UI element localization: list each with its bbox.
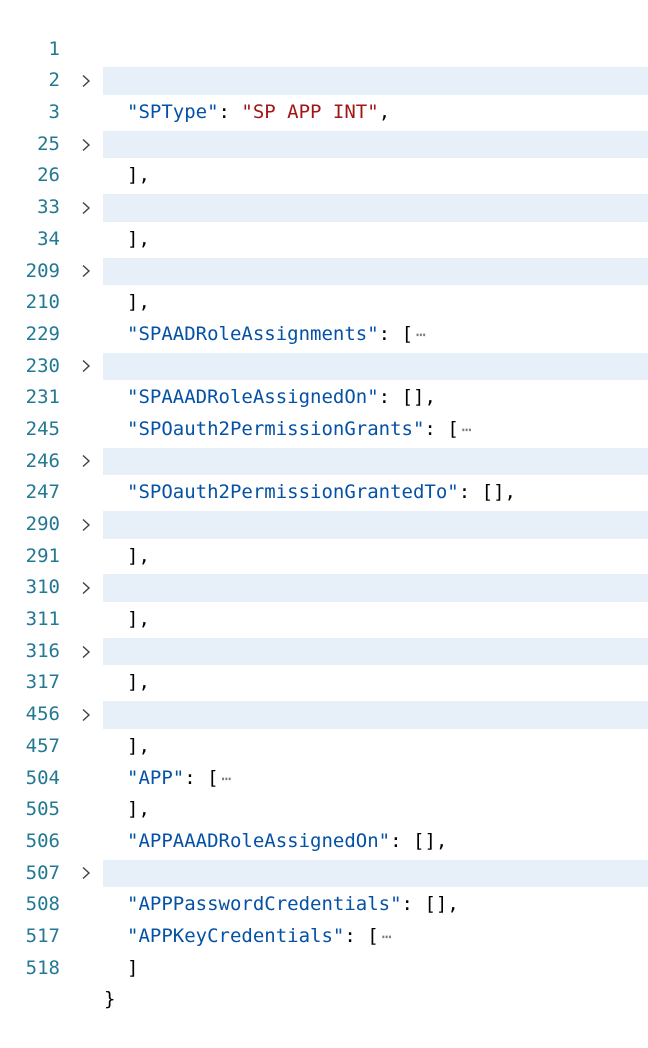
folded-code-line[interactable]: 34 "SPOwnedObjects": [⋯: [0, 192, 648, 282]
chevron-right-icon[interactable]: [77, 572, 95, 604]
folded-code-line[interactable]: 508 "APPKeyCredentials": [⋯: [0, 858, 648, 947]
code-line[interactable]: 229 ],: [0, 287, 648, 377]
folded-region-highlight: [103, 352, 648, 381]
code-line[interactable]: 506 "APPAppOwners": [],: [0, 794, 648, 884]
folded-code-line[interactable]: 311 "SPGroupMemberships": [⋯: [0, 572, 648, 662]
folded-region-highlight: [103, 511, 648, 539]
folded-code-line[interactable]: 26 "SPOwners": [⋯: [0, 129, 648, 218]
code-line[interactable]: 505 "APPAAADRoleAssignedOn": [],: [0, 763, 648, 852]
chevron-right-icon[interactable]: [77, 129, 95, 161]
code-line[interactable]: 246 "SPOauth2PermissionGrantedTo": [],: [0, 414, 648, 504]
brace: }: [104, 988, 116, 1011]
json-editor[interactable]: 1 { 2 "SPType": "SP APP INT", 3 "SP": [⋯…: [0, 2, 648, 1011]
chevron-right-icon[interactable]: [77, 256, 95, 288]
chevron-right-icon[interactable]: [77, 858, 95, 890]
line-number: 518: [25, 956, 60, 979]
folded-region-highlight: [103, 130, 648, 159]
chevron-right-icon[interactable]: [77, 65, 95, 97]
folded-region-highlight: [103, 447, 648, 476]
code-line[interactable]: 245 ],: [0, 382, 648, 472]
code-line[interactable]: 316 ],: [0, 604, 648, 694]
code-line[interactable]: 1 {: [0, 2, 648, 92]
chevron-right-icon[interactable]: [77, 192, 95, 224]
folded-region-highlight: [103, 194, 648, 222]
code-line[interactable]: 209 ],: [0, 224, 648, 314]
code-line[interactable]: 517 ]: [0, 889, 648, 979]
folded-code-line[interactable]: 231 "SPOauth2PermissionGrants": [⋯: [0, 351, 648, 440]
code-line[interactable]: 310 ],: [0, 541, 648, 630]
json-bracket: }: [104, 984, 115, 1016]
chevron-right-icon[interactable]: [77, 446, 95, 478]
chevron-right-icon[interactable]: [77, 509, 95, 541]
folded-code-line[interactable]: 291 "SPAppRoleAssignedTo": [⋯: [0, 509, 648, 598]
code-line[interactable]: 504 ],: [0, 731, 648, 821]
folded-region-highlight: [103, 701, 648, 729]
code-line[interactable]: 2 "SPType": "SP APP INT",: [0, 34, 648, 123]
code-line[interactable]: 456 ],: [0, 667, 648, 757]
chevron-right-icon[interactable]: [77, 699, 95, 731]
chevron-right-icon[interactable]: [77, 351, 95, 383]
code-line[interactable]: 518 }: [0, 921, 648, 1011]
folded-region-highlight: [103, 67, 648, 96]
punctuation: ]: [127, 956, 139, 979]
folded-region-highlight: [103, 859, 648, 888]
folded-code-line[interactable]: 247 "SPAppRoleAssignments": [⋯: [0, 446, 648, 535]
code-line[interactable]: 25 ],: [0, 97, 648, 187]
folded-code-line[interactable]: 457 "APP": [⋯: [0, 699, 648, 789]
folded-code-line[interactable]: 210 "SPAADRoleAssignments": [⋯: [0, 256, 648, 345]
folded-region-highlight: [103, 257, 648, 286]
folded-code-line[interactable]: 317 "SPAzureRoleAssignments": [⋯: [0, 636, 648, 725]
code-line[interactable]: 33 ],: [0, 160, 648, 250]
code-line[interactable]: 290 ],: [0, 477, 648, 567]
json-bracket: ]: [104, 953, 138, 985]
code-line[interactable]: 230 "SPAAADRoleAssignedOn": [],: [0, 319, 648, 409]
folded-code-line[interactable]: 3 "SP": [⋯: [0, 65, 648, 155]
chevron-right-icon[interactable]: [77, 636, 95, 668]
code-line[interactable]: 507 "APPPasswordCredentials": [],: [0, 826, 648, 916]
folded-region-highlight: [103, 637, 648, 666]
folded-region-highlight: [103, 574, 648, 603]
